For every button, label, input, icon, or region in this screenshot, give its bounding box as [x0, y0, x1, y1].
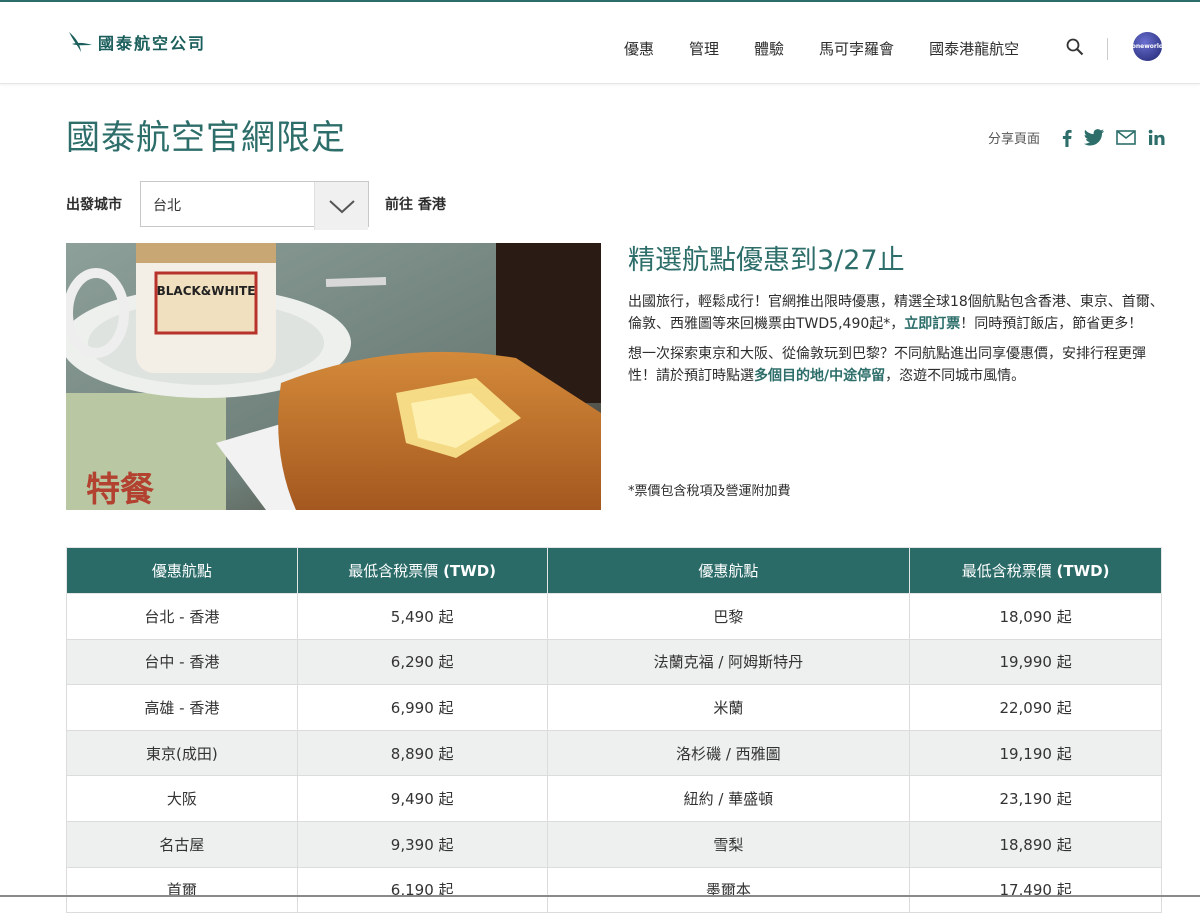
price-cell: 18,890 起 — [909, 820, 1162, 868]
cathay-logo[interactable]: 國泰航空公司 — [66, 28, 206, 56]
table-row: 大阪 9,490 起紐約 / 華盛頓 23,190 起 — [66, 775, 1162, 822]
search-icon[interactable] — [1066, 38, 1084, 56]
price-cell: 19,190 起 — [909, 729, 1162, 777]
price-cell: 23,190 起 — [909, 775, 1162, 822]
hero-image: 特餐 BLACK&WHITE — [66, 243, 601, 510]
p2-end: ，恣遊不同城市風情。 — [885, 368, 1026, 384]
oneworld-label: oneworld — [1131, 43, 1164, 50]
share-bar: 分享頁面 — [988, 128, 1165, 147]
hero-image-text: BLACK&WHITE — [157, 284, 256, 298]
origin-value: 台北 — [153, 198, 181, 214]
city-selector-row: 出發城市 台北 前往 香港 — [66, 181, 446, 230]
price-cell: 9,390 起 — [296, 820, 548, 868]
promo-paragraph-2: 想一次探索東京和大阪、從倫敦玩到巴黎？不同航點進出同享優惠價，安排行程更彈性！請… — [628, 343, 1164, 387]
origin-label: 出發城市 — [66, 197, 122, 213]
price-cell: 17,490 起 — [909, 866, 1162, 913]
price-cell: 9,490 起 — [296, 775, 548, 822]
route-cell: 大阪 — [66, 775, 298, 822]
price-cell: 18,090 起 — [909, 593, 1162, 640]
oneworld-logo[interactable]: oneworld — [1131, 32, 1164, 61]
main-nav: 優惠 管理 體驗 馬可孛羅會 國泰港龍航空 — [624, 38, 1054, 59]
route-cell: 高雄 - 香港 — [66, 684, 298, 731]
select-arrow-button[interactable] — [314, 182, 368, 230]
brand-name: 國泰航空公司 — [98, 34, 207, 53]
page-title: 國泰航空官網限定 — [66, 118, 346, 158]
route-cell: 東京(成田) — [66, 729, 298, 777]
promo-paragraph-1: 出國旅行，輕鬆成行！官網推出限時優惠，精選全球18個航點包含香港、東京、首爾、倫… — [628, 291, 1164, 335]
header-divider — [1107, 38, 1108, 60]
nav-manage[interactable]: 管理 — [689, 38, 719, 59]
nav-offers[interactable]: 優惠 — [624, 38, 654, 59]
price-cell: 5,490 起 — [296, 593, 548, 640]
table-header-row: 優惠航點 最低含稅票價 (TWD) 優惠航點 最低含稅票價 (TWD) — [66, 547, 1162, 594]
cathay-logo-icon — [69, 32, 92, 52]
fare-note: *票價包含稅項及營運附加費 — [628, 484, 791, 499]
origin-select[interactable]: 台北 — [140, 181, 369, 230]
multi-city-link[interactable]: 多個目的地/中途停留 — [754, 368, 885, 384]
route-cell: 名古屋 — [66, 820, 298, 868]
destination-label: 前往 香港 — [385, 197, 446, 213]
route-cell: 台中 - 香港 — [66, 638, 298, 686]
promo-section: 精選航點優惠到3/27止 出國旅行，輕鬆成行！官網推出限時優惠，精選全球18個航… — [628, 238, 1164, 395]
nav-experience[interactable]: 體驗 — [754, 38, 784, 59]
book-now-link[interactable]: 立即訂票 — [904, 316, 960, 332]
nav-marco-polo[interactable]: 馬可孛羅會 — [819, 38, 894, 59]
route-cell: 雪梨 — [546, 820, 911, 868]
price-cell: 19,990 起 — [909, 638, 1162, 686]
table-row: 東京(成田) 8,890 起洛杉磯 / 西雅圖 19,190 起 — [66, 729, 1162, 777]
svg-text:特餐: 特餐 — [86, 470, 154, 510]
col-header-route-2: 優惠航點 — [546, 547, 911, 594]
price-cell: 6,990 起 — [296, 684, 548, 731]
price-cell: 22,090 起 — [909, 684, 1162, 731]
route-cell: 首爾 — [66, 866, 298, 913]
table-row: 台北 - 香港 5,490 起巴黎 18,090 起 — [66, 593, 1162, 640]
price-cell: 6,290 起 — [296, 638, 548, 686]
nav-cathay-dragon[interactable]: 國泰港龍航空 — [929, 38, 1019, 59]
col-header-price-1-unit: (TWD) — [443, 562, 497, 580]
route-cell: 洛杉磯 / 西雅圖 — [546, 729, 911, 777]
linkedin-icon[interactable] — [1148, 129, 1165, 146]
col-header-price-1: 最低含稅票價 (TWD) — [296, 547, 548, 594]
share-label: 分享頁面 — [988, 132, 1041, 147]
promo-heading: 精選航點優惠到3/27止 — [628, 245, 905, 276]
facebook-icon[interactable] — [1062, 129, 1072, 147]
twitter-icon[interactable] — [1084, 129, 1105, 146]
route-cell: 米蘭 — [546, 684, 911, 731]
col-header-price-2-text: 最低含稅票價 — [961, 562, 1052, 580]
chevron-down-icon — [329, 200, 355, 214]
col-header-route-1: 優惠航點 — [66, 547, 298, 594]
route-cell: 台北 - 香港 — [66, 593, 298, 640]
route-cell: 紐約 / 華盛頓 — [546, 775, 911, 822]
table-row: 台中 - 香港 6,290 起法蘭克福 / 阿姆斯特丹 19,990 起 — [66, 638, 1162, 686]
fare-table: 優惠航點 最低含稅票價 (TWD) 優惠航點 最低含稅票價 (TWD) 台北 -… — [66, 547, 1162, 913]
price-cell: 8,890 起 — [296, 729, 548, 777]
price-cell: 6,190 起 — [296, 866, 548, 913]
col-header-price-1-text: 最低含稅票價 — [348, 562, 439, 580]
col-header-price-2-unit: (TWD) — [1056, 562, 1110, 580]
route-cell: 墨爾本 — [546, 866, 911, 913]
route-cell: 法蘭克福 / 阿姆斯特丹 — [546, 638, 911, 686]
table-row: 名古屋 9,390 起雪梨 18,890 起 — [66, 820, 1162, 868]
mail-icon[interactable] — [1116, 130, 1136, 145]
table-row: 首爾 6,190 起墨爾本 17,490 起 — [66, 866, 1162, 913]
p1-end: ！同時預訂飯店，節省更多！ — [960, 316, 1143, 332]
site-header: 國泰航空公司 優惠 管理 體驗 馬可孛羅會 國泰港龍航空 oneworld — [0, 2, 1200, 84]
col-header-price-2: 最低含稅票價 (TWD) — [909, 547, 1162, 594]
table-row: 高雄 - 香港 6,990 起米蘭 22,090 起 — [66, 684, 1162, 731]
route-cell: 巴黎 — [546, 593, 911, 640]
